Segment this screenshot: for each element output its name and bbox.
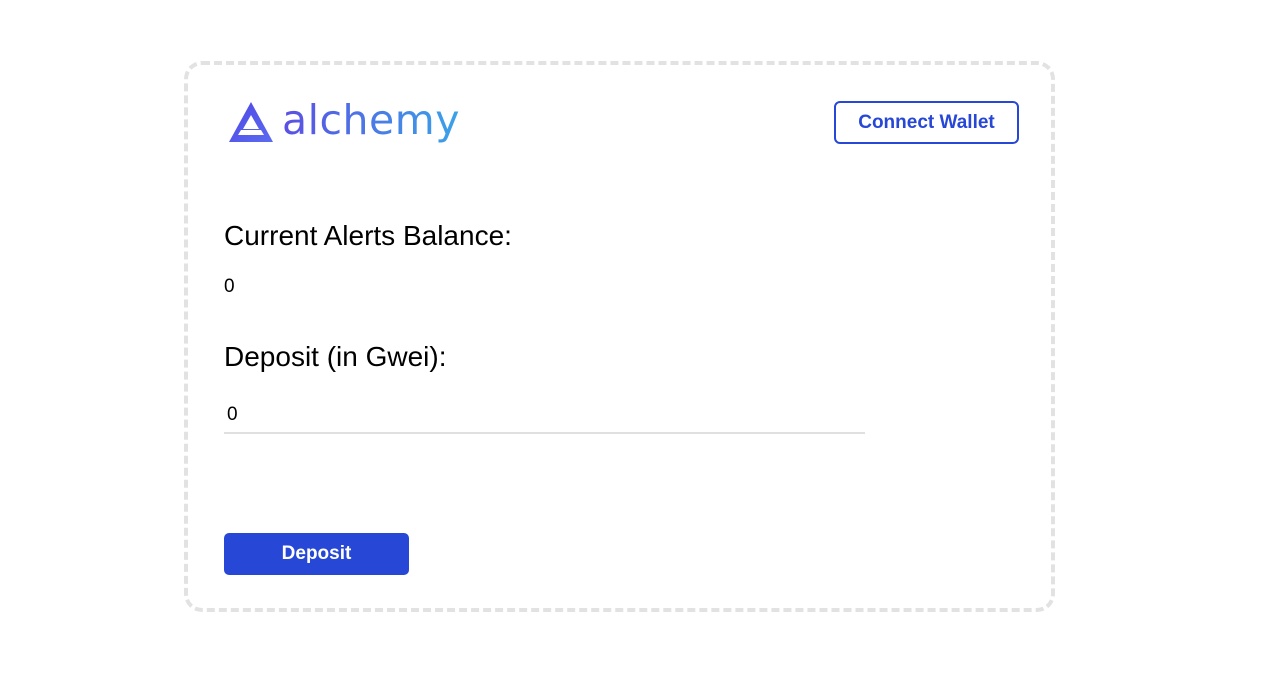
deposit-label: Deposit (in Gwei): [224, 341, 447, 372]
alchemy-triangle-icon [229, 102, 273, 142]
deposit-amount-input[interactable] [224, 398, 865, 434]
connect-wallet-button[interactable]: Connect Wallet [834, 101, 1019, 144]
deposit-button[interactable]: Deposit [224, 533, 409, 575]
balance-label: Current Alerts Balance: [224, 220, 512, 251]
balance-value: 0 [224, 276, 235, 297]
logo-text: alchemy [282, 95, 460, 144]
alchemy-logo: alchemy [228, 96, 460, 148]
